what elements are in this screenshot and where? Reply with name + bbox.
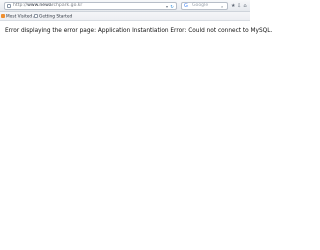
address-bar[interactable]: http://www.newarchpark.go.kr ▾ ↻ xyxy=(4,2,177,10)
url-rest: rchpark.go.kr xyxy=(51,3,83,8)
error-message: Error displaying the error page: Applica… xyxy=(5,28,273,34)
download-icon[interactable]: ⇩ xyxy=(237,3,241,9)
url-text[interactable]: http://www.newarchpark.go.kr xyxy=(13,3,82,9)
url-scheme: http:// xyxy=(13,3,28,8)
bookmark-icon[interactable]: ★ xyxy=(231,3,235,9)
bookmark-most-visited[interactable]: Most Visited▾ xyxy=(1,14,35,20)
bookmark-label: Getting Started xyxy=(39,14,73,20)
search-engine-icon[interactable]: G xyxy=(184,4,189,9)
search-box[interactable]: G Google ⌕ xyxy=(181,2,228,10)
reload-icon[interactable]: ↻ xyxy=(170,4,174,9)
toolbar-icons: ★ ⇩ ⌂ xyxy=(231,2,249,10)
dropdown-icon[interactable]: ▾ xyxy=(165,4,169,9)
navigation-toolbar: http://www.newarchpark.go.kr ▾ ↻ G Googl… xyxy=(0,0,250,12)
browser-window: http://www.newarchpark.go.kr ▾ ↻ G Googl… xyxy=(0,0,272,250)
bookmark-label: Most Visited xyxy=(6,14,33,20)
bookmark-getting-started[interactable]: Getting Started xyxy=(34,14,73,20)
url-host: www.newa xyxy=(27,3,52,8)
page-info-icon[interactable] xyxy=(7,4,11,8)
orange-square-icon xyxy=(1,14,5,18)
page-content: Error displaying the error page: Applica… xyxy=(0,22,272,250)
address-actions: ▾ ↻ xyxy=(165,4,174,9)
search-icon[interactable]: ⌕ xyxy=(221,4,225,9)
search-input[interactable]: Google xyxy=(192,3,208,9)
document-icon xyxy=(34,14,38,18)
home-icon[interactable]: ⌂ xyxy=(243,3,247,9)
